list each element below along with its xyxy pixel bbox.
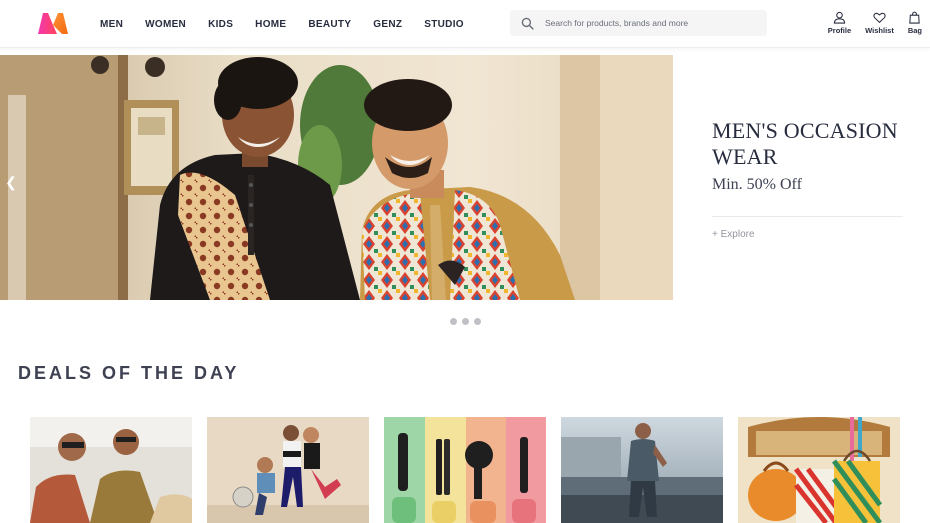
chevron-left-icon: ❮ — [5, 173, 17, 190]
hero-title: MEN'S OCCASION WEAR — [712, 118, 898, 169]
nav-men[interactable]: MEN — [100, 19, 123, 30]
main-nav: MEN WOMEN KIDS HOME BEAUTY GENZ STUDIO — [100, 0, 486, 48]
hero-banner-image[interactable] — [0, 55, 673, 300]
search-bar — [510, 10, 767, 36]
nav-genz[interactable]: GENZ — [373, 19, 402, 30]
search-icon[interactable] — [521, 17, 534, 30]
profile-label: Profile — [827, 26, 852, 35]
deals-section-title: DEALS OF THE DAY — [18, 363, 240, 383]
deal-card-men-casual[interactable] — [561, 417, 723, 523]
header-actions: Profile Wishlist Bag — [814, 11, 922, 35]
profile-icon — [833, 11, 846, 24]
carousel-prev-button[interactable]: ❮ — [0, 160, 22, 204]
hero-divider — [712, 216, 903, 217]
deal-card-home-bags[interactable] — [738, 417, 900, 523]
search-input[interactable] — [545, 11, 760, 35]
nav-kids[interactable]: KIDS — [208, 19, 233, 30]
hero-copy: MEN'S OCCASION WEAR Min. 50% Off + Explo… — [712, 118, 907, 242]
hero-subtitle: Min. 50% Off — [712, 176, 802, 193]
bag-button[interactable]: Bag — [908, 11, 922, 35]
wishlist-label: Wishlist — [865, 26, 894, 35]
nav-beauty[interactable]: BEAUTY — [308, 19, 351, 30]
carousel-dot[interactable] — [462, 318, 469, 325]
deal-card-hair-stylers[interactable] — [384, 417, 546, 523]
myntra-logo-icon[interactable] — [36, 11, 70, 35]
bag-label: Bag — [907, 26, 922, 35]
carousel-dot[interactable] — [450, 318, 457, 325]
carousel-dot[interactable] — [474, 318, 481, 325]
carousel-dots — [450, 318, 486, 325]
nav-women[interactable]: WOMEN — [145, 19, 186, 30]
profile-button[interactable]: Profile — [828, 11, 851, 35]
deal-card-men-shirts[interactable] — [30, 417, 192, 523]
heart-icon — [873, 12, 886, 24]
bag-icon — [909, 11, 921, 24]
deal-card-kids-wear[interactable] — [207, 417, 369, 523]
nav-studio[interactable]: STUDIO — [424, 19, 464, 30]
wishlist-button[interactable]: Wishlist — [865, 11, 894, 35]
top-header: MEN WOMEN KIDS HOME BEAUTY GENZ STUDIO P… — [0, 0, 930, 48]
nav-home[interactable]: HOME — [255, 19, 286, 30]
explore-link[interactable]: + Explore — [712, 229, 755, 240]
